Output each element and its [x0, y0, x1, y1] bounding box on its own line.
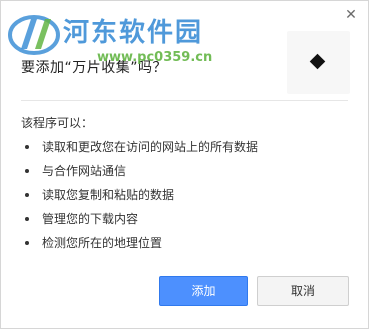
- bullet-icon: [25, 241, 29, 245]
- bullet-icon: [25, 169, 29, 173]
- permission-item: 检测您所在的地理位置: [21, 231, 258, 255]
- bullet-icon: [25, 193, 29, 197]
- permission-text: 检测您所在的地理位置: [42, 236, 163, 250]
- diamond-icon: [309, 53, 326, 70]
- bullet-icon: [25, 145, 29, 149]
- permission-item: 读取和更改您在访问的网站上的所有数据: [21, 135, 258, 159]
- extension-install-dialog: ✕ 要添加“万片收集”吗？ 该程序可以： 读取和更改您在访问的网站上的所有数据 …: [0, 0, 369, 329]
- permission-text: 读取您复制和粘贴的数据: [42, 188, 175, 202]
- permission-item: 与合作网站通信: [21, 159, 258, 183]
- add-button[interactable]: 添加: [159, 276, 248, 306]
- permissions-list: 读取和更改您在访问的网站上的所有数据 与合作网站通信 读取您复制和粘贴的数据 管…: [21, 135, 258, 255]
- permission-text: 管理您的下载内容: [42, 212, 139, 226]
- permission-item: 读取您复制和粘贴的数据: [21, 183, 258, 207]
- divider: [21, 100, 348, 101]
- close-icon[interactable]: ✕: [342, 6, 360, 24]
- permission-text: 与合作网站通信: [42, 164, 127, 178]
- permission-text: 读取和更改您在访问的网站上的所有数据: [42, 140, 259, 154]
- bullet-icon: [25, 217, 29, 221]
- permission-item: 管理您的下载内容: [21, 207, 258, 231]
- dialog-title: 要添加“万片收集”吗？: [21, 60, 168, 76]
- extension-icon: [287, 31, 350, 94]
- cancel-button[interactable]: 取消: [257, 276, 349, 306]
- permissions-heading: 该程序可以：: [21, 116, 94, 130]
